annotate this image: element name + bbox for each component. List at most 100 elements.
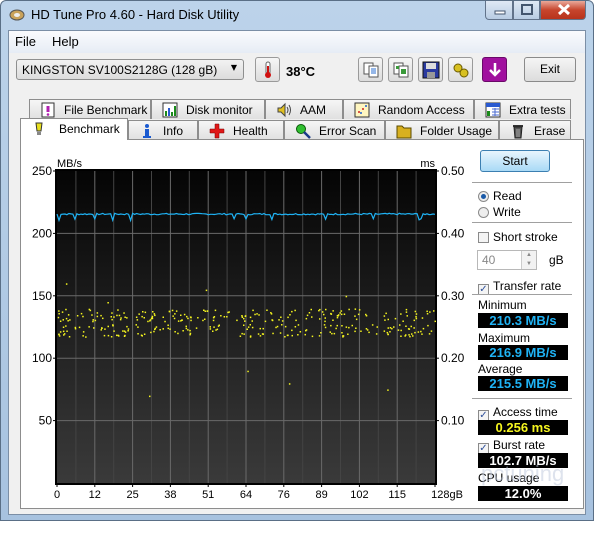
access-time-point [413, 319, 415, 322]
short-stroke-input[interactable]: 40 ▲ ▼ [477, 250, 537, 270]
tab-label: Folder Usage [420, 124, 493, 138]
short-stroke-checkbox[interactable]: Short stroke [478, 230, 558, 244]
tab-file-benchmark[interactable]: File Benchmark [29, 99, 151, 119]
menu-help[interactable]: Help [52, 34, 79, 49]
tab-erase[interactable]: Erase [499, 120, 571, 140]
access-time-point [393, 326, 395, 328]
tab-label: Extra tests [509, 103, 566, 117]
access-time-point [107, 302, 109, 304]
access-time-point [387, 389, 389, 391]
download-button[interactable] [482, 57, 507, 82]
access-time-point [195, 327, 198, 329]
access-time-point [291, 334, 293, 337]
access-time-point [387, 333, 389, 336]
temperature-button[interactable] [255, 57, 280, 82]
access-time-point [100, 329, 102, 331]
access-time-point [159, 329, 161, 331]
access-time-point [61, 311, 64, 313]
access-time-point [429, 311, 431, 313]
access-time-point [88, 308, 91, 311]
access-time-point [171, 309, 174, 312]
exit-button[interactable]: Exit [524, 57, 576, 82]
access-time-checkbox[interactable]: ✓ Access time [478, 405, 558, 421]
save-button[interactable] [418, 57, 443, 82]
tab-label: AAM [300, 103, 327, 117]
read-radio[interactable]: Read [478, 189, 522, 203]
access-time-point [107, 325, 109, 328]
burst-rate-checkbox[interactable]: ✓ Burst rate [478, 438, 545, 454]
minimum-value: 210.3 MB/s [478, 313, 568, 328]
access-time-point [305, 317, 308, 320]
access-time-point [57, 316, 60, 319]
copy-text-button[interactable] [358, 57, 383, 82]
tab-benchmark[interactable]: Benchmark [20, 118, 128, 140]
tab-label: Benchmark [59, 122, 120, 136]
start-button[interactable]: Start [480, 150, 550, 172]
access-time-point [329, 331, 331, 333]
tab-error-scan[interactable]: Error Scan [284, 120, 385, 140]
access-time-point [78, 326, 81, 329]
spinner-arrows[interactable]: ▲ ▼ [521, 251, 536, 269]
access-time-point [243, 317, 245, 320]
copy-text-icon [363, 62, 379, 78]
tab-random-access[interactable]: Random Access [343, 99, 474, 119]
copy-screenshot-button[interactable] [388, 57, 413, 82]
access-time-point [275, 326, 277, 329]
maximize-button[interactable] [513, 1, 540, 20]
access-time-point [411, 333, 413, 335]
x-tick-label: 115 [388, 489, 406, 501]
access-time-point [244, 320, 246, 322]
menu-file[interactable]: File [15, 34, 36, 49]
access-time-point [111, 312, 113, 314]
drive-select[interactable]: KINGSTON SV100S2128G (128 gB) ▼ [16, 59, 244, 80]
access-time-point [215, 329, 217, 331]
access-time-point [384, 319, 386, 321]
y-tick-label-right: 0.20 [441, 351, 465, 365]
access-time-point [137, 333, 139, 335]
x-tick-label: 25 [126, 489, 138, 501]
tab-aam[interactable]: AAM [265, 99, 343, 119]
access-time-point [241, 315, 243, 317]
access-time-point [410, 325, 412, 328]
tab-disk-monitor[interactable]: Disk monitor [151, 99, 265, 119]
health-cross-icon [209, 123, 225, 139]
tab-health[interactable]: Health [198, 120, 284, 140]
access-time-point [422, 327, 425, 330]
access-time-point [213, 326, 215, 328]
options-button[interactable] [448, 57, 473, 82]
access-time-point [318, 335, 321, 337]
access-time-point [341, 325, 343, 327]
transfer-rate-checkbox[interactable]: ✓ Transfer rate [478, 279, 561, 295]
y-tick-label-right: 0.10 [441, 414, 465, 428]
access-time-point [340, 310, 343, 312]
access-time-point [137, 326, 139, 328]
access-time-point [291, 310, 293, 313]
access-time-point [110, 316, 112, 318]
title-bar[interactable]: HD Tune Pro 4.60 - Hard Disk Utility [1, 1, 593, 30]
y-tick-label-left: 250 [32, 164, 52, 178]
divider [472, 398, 572, 399]
access-time-point [414, 331, 416, 334]
access-time-point [100, 314, 102, 317]
access-time-point [360, 330, 362, 332]
access-time-point [107, 334, 110, 337]
average-label: Average [478, 362, 523, 376]
access-time-point [427, 324, 429, 327]
write-radio[interactable]: Write [478, 205, 521, 219]
tab-extra-tests[interactable]: Extra tests [474, 99, 571, 119]
access-time-point [355, 318, 358, 321]
access-time-point [325, 308, 327, 311]
tab-info[interactable]: Info [128, 120, 198, 140]
tab-label: File Benchmark [64, 103, 148, 117]
access-time-point [82, 335, 84, 337]
access-time-point [417, 331, 420, 333]
access-time-point [189, 333, 191, 336]
access-time-point [272, 332, 274, 335]
close-button[interactable] [540, 1, 586, 20]
copy-screenshot-icon [393, 62, 409, 78]
tab-folder-usage[interactable]: Folder Usage [385, 120, 499, 140]
access-time-point [154, 314, 156, 317]
access-time-point [150, 331, 152, 334]
minimize-button[interactable] [485, 1, 513, 20]
access-time-point [94, 319, 97, 322]
